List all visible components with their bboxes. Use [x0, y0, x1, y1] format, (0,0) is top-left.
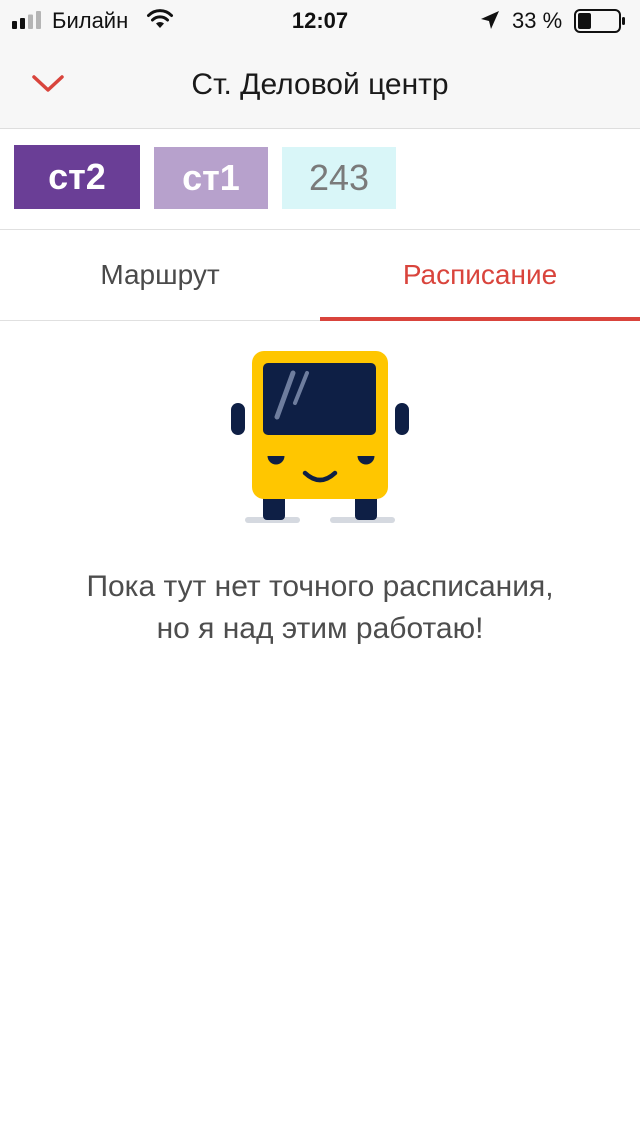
navigation-header: Ст. Деловой центр	[0, 40, 640, 129]
status-bar: Билайн 12:07 33 %	[0, 0, 640, 40]
battery-icon	[574, 9, 625, 33]
empty-state-message: Пока тут нет точного расписания, но я на…	[20, 566, 620, 650]
collapse-button[interactable]	[26, 64, 70, 104]
tab-bar: Маршрут Расписание	[0, 230, 640, 321]
screen: Билайн 12:07 33 % Ст. Деловой центр ст2 …	[0, 0, 640, 1136]
empty-state-line-2: но я над этим работаю!	[156, 612, 484, 645]
page-title: Ст. Деловой центр	[191, 68, 449, 101]
route-chip-ct1[interactable]: ст1	[154, 147, 268, 209]
tab-schedule-label: Расписание	[402, 259, 558, 290]
tab-route[interactable]: Маршрут	[0, 230, 320, 320]
location-arrow-icon	[481, 11, 499, 29]
route-chip-243[interactable]: 243	[282, 147, 396, 209]
route-chip-ct2[interactable]: ст2	[14, 145, 140, 209]
chevron-down-icon	[32, 75, 64, 92]
tab-schedule[interactable]: Расписание	[320, 230, 640, 321]
route-chips: ст2 ст1 243	[14, 145, 396, 211]
tab-route-label: Маршрут	[100, 259, 220, 290]
active-tab-indicator	[320, 317, 640, 321]
battery-percentage: 33 %	[512, 8, 563, 33]
bus-icon	[231, 351, 409, 523]
empty-state-line-1: Пока тут нет точного расписания,	[86, 570, 554, 603]
